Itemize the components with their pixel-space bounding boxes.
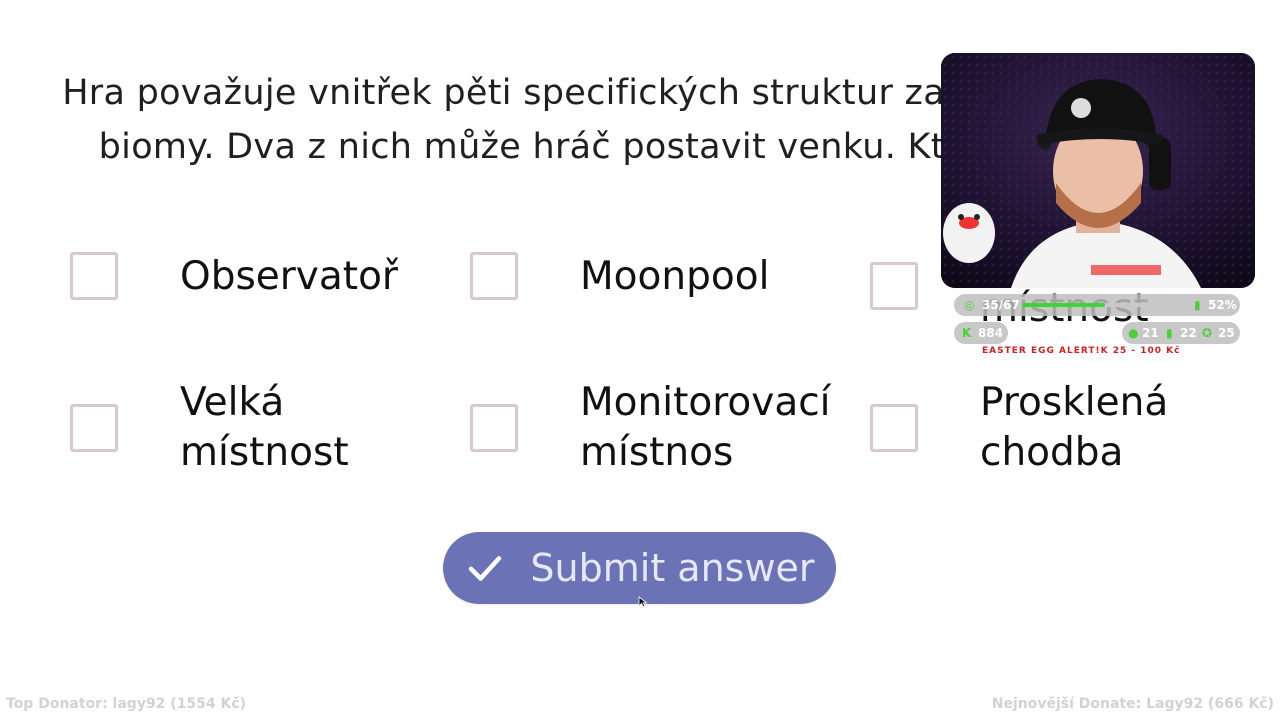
followers-count: 884 [978, 326, 1004, 340]
goal-progress-bar [1022, 303, 1182, 307]
option-checkbox[interactable] [70, 404, 118, 452]
viewers-icon: ● [1128, 326, 1139, 340]
chat-count: 22 [1180, 326, 1197, 340]
option-checkbox[interactable] [870, 404, 918, 452]
viewers-count: 21 [1142, 326, 1159, 340]
latest-donate-text: Nejnovější Donate: Lagy92 (666 Kč) [991, 696, 1274, 712]
mouse-cursor-icon [638, 596, 648, 608]
option-checkbox[interactable] [470, 404, 518, 452]
question-text: Hra považuje vnitřek pěti specifických s… [20, 66, 1060, 174]
option-label: Monitorovací místnos [580, 380, 831, 475]
goal-pill: ◎ 35/67 ▮ 52% [954, 294, 1240, 316]
top-donator-text: Top Donator: lagy92 (1554 Kč) [6, 696, 247, 712]
option-prosklena-chodba[interactable]: Prosklená chodba [870, 378, 1230, 478]
question-line-2: biomy. Dva z nich může hráč postavit ven… [98, 127, 982, 167]
chat-icon: ▮ [1166, 326, 1173, 340]
option-checkbox[interactable] [70, 252, 118, 300]
followers-pill: K 884 [954, 322, 1008, 344]
option-label: Prosklená chodba [980, 380, 1169, 475]
submit-answer-button[interactable]: Submit answer [443, 532, 836, 604]
donation-ticker: EASTER EGG ALERT!K 25 - 100 Kč [982, 346, 1181, 356]
option-velka-mistnost[interactable]: Velká místnost [70, 378, 430, 478]
option-label: Moonpool [580, 254, 770, 299]
option-observator[interactable]: Observatoř [70, 252, 430, 352]
option-monitorovaci-mistnost[interactable]: Monitorovací místnos [470, 378, 831, 478]
option-label: Velká místnost [180, 380, 349, 475]
counts-pill: ● 21 ▮ 22 ✪ 25 [1122, 322, 1240, 344]
question-line-1: Hra považuje vnitřek pěti specifických s… [62, 73, 1018, 113]
subs-count: 25 [1218, 326, 1235, 340]
subs-icon: ✪ [1202, 326, 1213, 340]
kick-icon: K [962, 326, 972, 340]
goal-text: 35/67 [982, 298, 1020, 312]
check-icon [469, 556, 502, 581]
option-label: Observatoř [180, 254, 398, 299]
option-checkbox[interactable] [470, 252, 518, 300]
percent-text: 52% [1208, 298, 1237, 312]
option-checkbox[interactable] [870, 262, 918, 310]
webcam-overlay [941, 53, 1255, 288]
goal-icon: ◎ [964, 298, 975, 312]
goal-progress-fill [1022, 303, 1106, 307]
bar-chart-icon: ▮ [1194, 298, 1201, 312]
submit-label: Submit answer [530, 546, 815, 590]
option-moonpool[interactable]: Moonpool [470, 252, 830, 352]
